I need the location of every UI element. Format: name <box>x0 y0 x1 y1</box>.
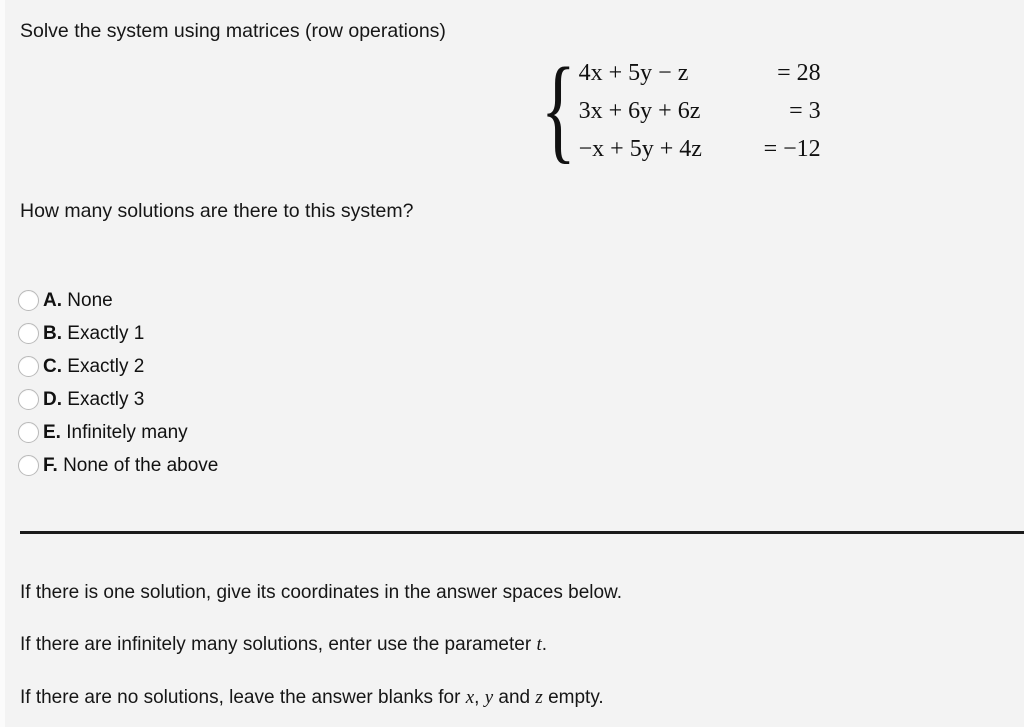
equation-rows: 4x + 5y − z = 28 3x + 6y + 6z = 3 −x + 5… <box>579 60 821 174</box>
note-3-sep-2: and <box>493 687 536 708</box>
system-of-equations: { 4x + 5y − z = 28 3x + 6y + 6z = 3 −x +… <box>530 50 821 174</box>
choice-letter-d: D. <box>43 388 62 410</box>
choice-letter-a: A. <box>43 289 62 311</box>
choice-list: A. None B. Exactly 1 C. Exactly 2 D. Exa… <box>18 284 218 482</box>
worksheet-page: Solve the system using matrices (row ope… <box>0 0 1024 727</box>
page-title: Solve the system using matrices (row ope… <box>20 20 446 42</box>
note-3-sep-1: , <box>474 687 485 708</box>
choice-label-a: A. None <box>43 290 113 312</box>
radio-button-e[interactable] <box>18 422 39 443</box>
choice-option-c[interactable]: C. Exactly 2 <box>18 350 218 383</box>
equation-row: 4x + 5y − z = 28 <box>579 60 821 98</box>
equation-1-lhs: 4x + 5y − z <box>578 60 689 86</box>
choice-label-b: B. Exactly 1 <box>43 323 144 345</box>
variable-z: z <box>535 687 543 708</box>
choice-option-e[interactable]: E. Infinitely many <box>18 416 218 449</box>
instruction-note-no-solutions: If there are no solutions, leave the ans… <box>20 686 604 710</box>
radio-button-c[interactable] <box>18 356 39 377</box>
choice-text-c: Exactly 2 <box>67 355 145 377</box>
equation-2-lhs: 3x + 6y + 6z <box>578 98 701 124</box>
choice-text-a: None <box>67 289 113 311</box>
choice-letter-c: C. <box>43 355 62 377</box>
choice-label-f: F. None of the above <box>43 455 218 477</box>
note-2-text-post: . <box>541 634 547 655</box>
choice-text-e: Infinitely many <box>66 421 188 443</box>
choice-text-f: None of the above <box>63 454 219 476</box>
radio-button-d[interactable] <box>18 389 39 410</box>
left-brace-symbol: { <box>540 43 576 174</box>
choice-text-b: Exactly 1 <box>67 322 145 344</box>
choice-label-d: D. Exactly 3 <box>43 389 144 411</box>
choice-option-d[interactable]: D. Exactly 3 <box>18 383 218 416</box>
equation-2-rhs: = 3 <box>789 98 821 124</box>
choice-label-e: E. Infinitely many <box>43 422 188 444</box>
choice-option-b[interactable]: B. Exactly 1 <box>18 317 218 350</box>
note-2-text-pre: If there are infinitely many solutions, … <box>20 634 537 655</box>
choice-label-c: C. Exactly 2 <box>43 356 144 378</box>
choice-text-d: Exactly 3 <box>67 388 145 410</box>
variable-x: x <box>465 687 475 708</box>
equation-3-lhs: −x + 5y + 4z <box>578 136 702 162</box>
note-3-text-pre: If there are no solutions, leave the ans… <box>20 687 466 708</box>
choice-option-f[interactable]: F. None of the above <box>18 449 218 482</box>
choice-option-a[interactable]: A. None <box>18 284 218 317</box>
instruction-note-one-solution: If there is one solution, give its coord… <box>20 582 623 603</box>
choice-letter-b: B. <box>43 322 62 344</box>
equation-1-rhs: = 28 <box>777 60 821 86</box>
instruction-note-infinite-solutions: If there are infinitely many solutions, … <box>20 633 547 657</box>
equation-row: −x + 5y + 4z = −12 <box>579 136 821 174</box>
radio-button-b[interactable] <box>18 323 39 344</box>
choice-letter-e: E. <box>43 421 61 443</box>
choice-letter-f: F. <box>43 454 58 476</box>
equation-row: 3x + 6y + 6z = 3 <box>579 98 821 136</box>
note-3-text-post: empty. <box>542 687 604 708</box>
radio-button-f[interactable] <box>18 455 39 476</box>
variable-y: y <box>484 687 494 708</box>
radio-button-a[interactable] <box>18 290 39 311</box>
equation-3-rhs: = −12 <box>763 136 821 162</box>
section-divider <box>20 531 1024 534</box>
question-text: How many solutions are there to this sys… <box>20 200 414 222</box>
